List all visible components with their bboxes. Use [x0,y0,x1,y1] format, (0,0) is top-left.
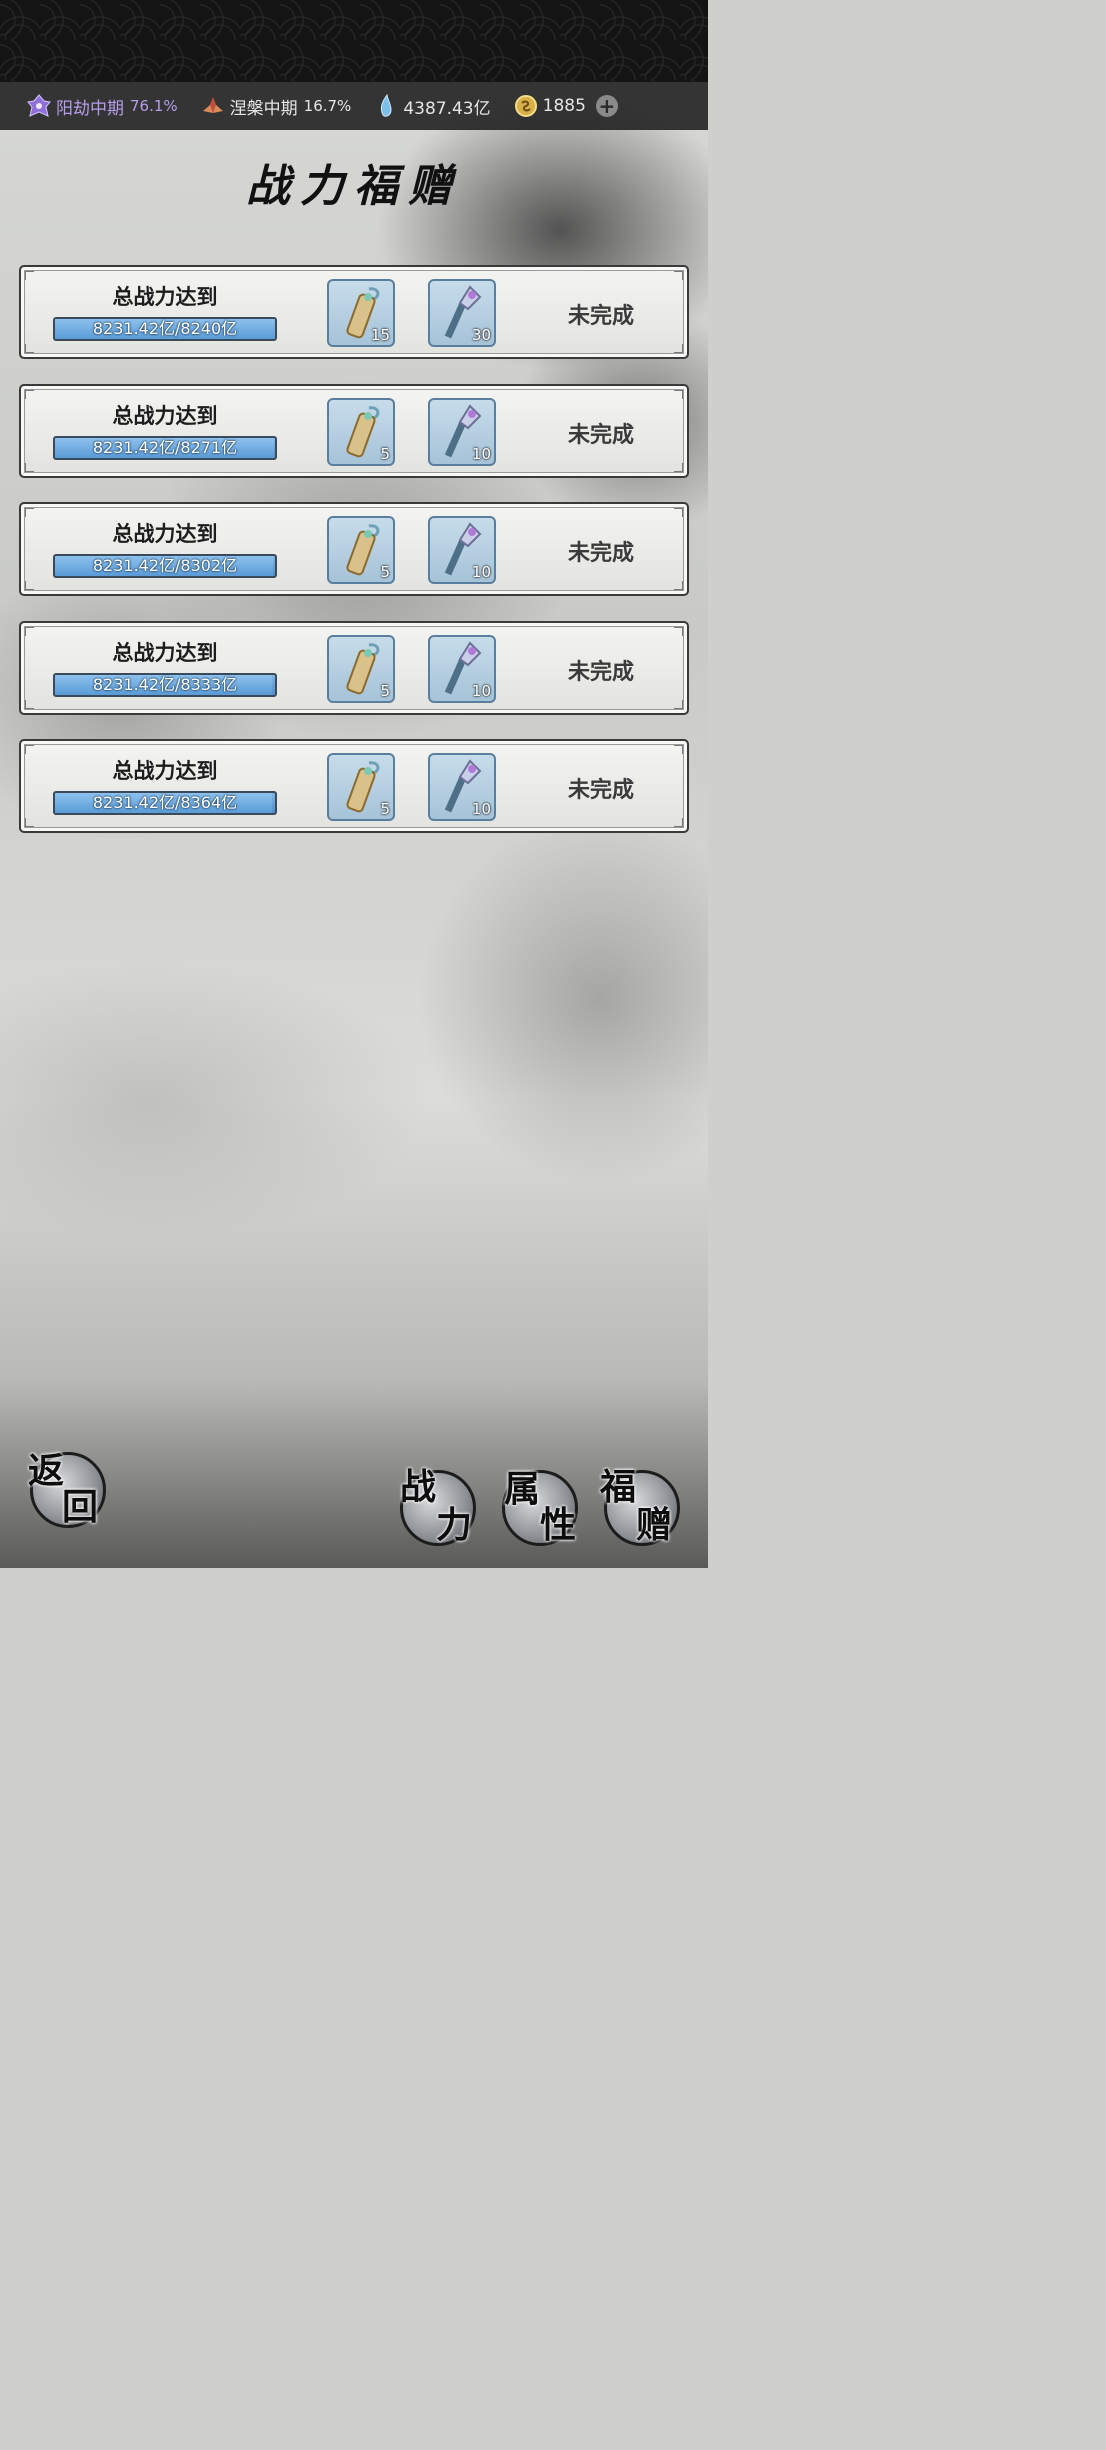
task-row: 总战力达到 8231.42亿/8240亿 15 30 未完成 [19,265,689,359]
back-button-char-2: 回 [62,1486,99,1528]
gold-coin-icon [513,93,539,119]
frame-corner [674,462,683,472]
purple-realm-icon [26,93,52,119]
realm-nirvana-label: 涅槃中期 [229,98,298,119]
task-status[interactable]: 未完成 [541,535,661,567]
reward-staff-item[interactable]: 10 [428,397,496,466]
frame-corner [25,699,34,709]
task-status[interactable]: 未完成 [541,298,661,330]
task-label: 总战力达到 [112,759,218,783]
task-list: 总战力达到 8231.42亿/8240亿 15 30 未完成 总战力达到 823… [19,265,689,858]
frame-corner [25,581,34,590]
back-button-char-1: 返 [28,1450,65,1492]
realm-yang-label: 阳劫中期 [56,98,124,119]
progress-text: 8231.42亿/8364亿 [92,793,238,812]
gold-coin-amount[interactable]: 1885 + [513,93,618,119]
tab-power-char-2: 力 [436,1504,473,1546]
realm-nirvana-percent: 16.7% [303,97,352,115]
task-label: 总战力达到 [112,522,218,546]
progress-bar: 8231.42亿/8271亿 [53,435,277,460]
reward-count: 30 [471,326,491,344]
wave-pattern-header [0,0,708,82]
reward-count: 5 [380,563,390,581]
progress-text: 8231.42亿/8302亿 [92,556,238,575]
task-row: 总战力达到 8231.42亿/8271亿 5 10 未完成 [19,383,689,478]
reward-staff-item[interactable]: 10 [428,516,496,584]
frame-corner [25,745,34,754]
realm-yang-status[interactable]: 阳劫中期 76.1% [26,93,178,119]
tab-attributes-char-2: 性 [540,1504,577,1546]
reward-count: 10 [471,681,491,700]
frame-corner [25,818,34,827]
frame-corner [674,581,683,590]
reward-staff-item[interactable]: 30 [428,279,496,347]
gold-coin-value: 1885 [542,96,586,116]
progress-bar: 8231.42亿/8240亿 [53,317,277,341]
progress-text: 8231.42亿/8240亿 [92,319,238,338]
progress-text: 8231.42亿/8333亿 [92,674,238,694]
frame-corner [25,626,34,636]
spirit-crystal-icon [373,93,399,119]
progress-bar: 8231.42亿/8333亿 [53,672,277,697]
task-status[interactable]: 未完成 [541,417,661,449]
frame-corner [674,344,683,353]
task-status[interactable]: 未完成 [541,772,661,804]
tab-power-char-1: 战 [400,1466,437,1508]
reward-scroll-item[interactable]: 5 [327,397,395,466]
reward-count: 10 [471,563,491,581]
reward-count: 5 [380,800,390,818]
frame-corner [674,271,683,280]
reward-scroll-item[interactable]: 5 [327,516,395,584]
reward-scroll-item[interactable]: 5 [327,634,395,703]
lotus-realm-icon [200,93,226,119]
frame-corner [674,508,683,517]
frame-corner [25,462,34,472]
reward-staff-item[interactable]: 10 [428,634,496,703]
add-currency-button[interactable]: + [595,95,618,117]
frame-corner [674,699,683,709]
reward-count: 10 [471,800,491,818]
reward-count: 15 [370,326,390,344]
spirit-crystal-value: 4387.43亿 [403,98,491,119]
task-row: 总战力达到 8231.42亿/8333亿 5 10 未完成 [19,620,689,715]
reward-scroll-item[interactable]: 15 [327,279,395,347]
reward-count: 10 [471,444,491,463]
task-label: 总战力达到 [112,403,218,428]
realm-nirvana-status[interactable]: 涅槃中期 16.7% [200,93,352,119]
reward-count: 5 [380,444,390,463]
spirit-crystal-amount[interactable]: 4387.43亿 [373,93,491,119]
task-label: 总战力达到 [112,640,218,665]
tab-attributes-char-1: 属 [504,1468,541,1510]
frame-corner [25,344,34,353]
progress-bar: 8231.42亿/8302亿 [53,554,277,578]
task-row: 总战力达到 8231.42亿/8302亿 5 10 未完成 [19,502,689,596]
tab-gift-char-1: 福 [600,1466,637,1508]
frame-corner [25,271,34,280]
task-row: 总战力达到 8231.42亿/8364亿 5 10 未完成 [19,739,689,833]
reward-scroll-item[interactable]: 5 [327,753,395,821]
resource-bar: 阳劫中期 76.1% 涅槃中期 16.7% 4387.43亿 1885 + [0,82,708,130]
frame-corner [674,745,683,754]
progress-text: 8231.42亿/8271亿 [92,437,238,457]
task-label: 总战力达到 [112,285,218,309]
reward-staff-item[interactable]: 10 [428,753,496,821]
frame-corner [25,508,34,517]
realm-yang-percent: 76.1% [130,97,178,115]
frame-corner [674,818,683,827]
frame-corner [25,389,34,399]
frame-corner [674,626,683,636]
page-title: 战力福赠 [246,161,462,212]
tab-gift-char-2: 赠 [636,1504,673,1546]
task-status[interactable]: 未完成 [541,654,661,686]
reward-count: 5 [380,681,390,700]
frame-corner [674,389,683,399]
progress-bar: 8231.42亿/8364亿 [53,791,277,815]
